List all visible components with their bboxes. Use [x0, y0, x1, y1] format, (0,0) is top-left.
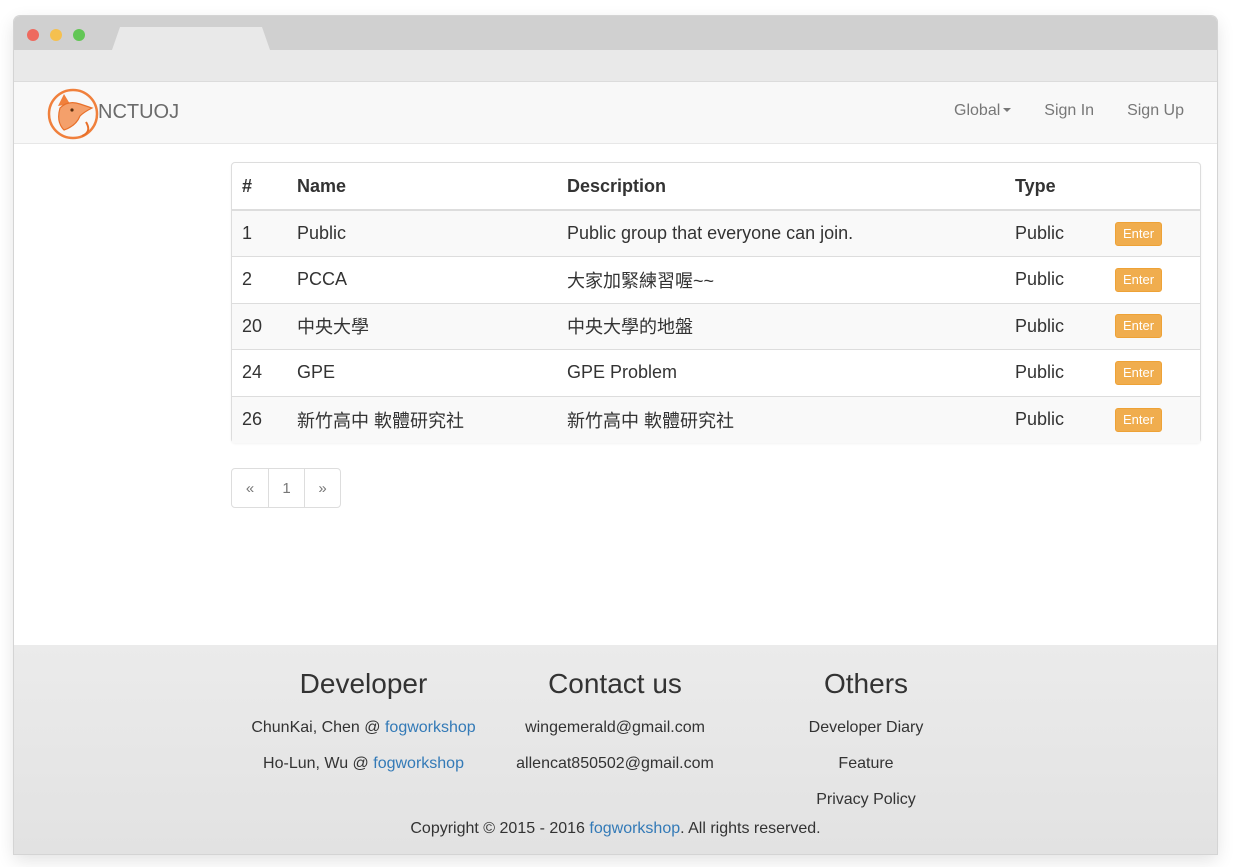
- next-page-button[interactable]: »: [304, 469, 340, 507]
- browser-window: NCTUOJ Global Sign In Sign Up # Name Des…: [14, 16, 1217, 854]
- table-header-row: # Name Description Type: [232, 163, 1200, 211]
- developer-link[interactable]: fogworkshop: [373, 755, 464, 772]
- developer-link[interactable]: fogworkshop: [385, 719, 476, 736]
- column-header-description: Description: [557, 163, 1005, 211]
- column-header-id: #: [232, 163, 287, 211]
- cell-name: 新竹高中 軟體研究社: [287, 395, 557, 443]
- footer-others-title: Others: [823, 668, 909, 699]
- cell-type: Public: [1005, 349, 1105, 396]
- cell-id: 26: [232, 395, 287, 443]
- column-header-type: Type: [1005, 163, 1105, 211]
- developer-name: Ho-Lun, Wu @: [263, 755, 374, 772]
- cell-name: Public: [287, 209, 557, 257]
- developer-name: ChunKai, Chen @: [251, 719, 385, 736]
- feature-link[interactable]: Feature: [791, 746, 941, 782]
- developer-diary-link[interactable]: Developer Diary: [791, 710, 941, 746]
- caret-down-icon: [1003, 108, 1012, 112]
- developer-line: ChunKai, Chen @ fogworkshop: [241, 710, 486, 746]
- column-header-action: [1105, 163, 1200, 211]
- nav-links: Global Sign In Sign Up: [954, 102, 1184, 120]
- cell-description: 新竹高中 軟體研究社: [557, 395, 1005, 443]
- table-row: 20 中央大學 中央大學的地盤 Public Enter: [232, 302, 1200, 350]
- global-label: Global: [954, 102, 1001, 119]
- footer-developer-column: Developer ChunKai, Chen @ fogworkshop Ho…: [241, 668, 486, 782]
- column-header-name: Name: [287, 163, 557, 211]
- cell-name: 中央大學: [287, 302, 557, 350]
- cell-action: Enter: [1105, 256, 1200, 303]
- footer-developer-title: Developer: [299, 668, 428, 699]
- cell-action: Enter: [1105, 395, 1200, 443]
- privacy-policy-link[interactable]: Privacy Policy: [791, 782, 941, 818]
- copyright: Copyright © 2015 - 2016 fogworkshop. All…: [14, 820, 1217, 838]
- fox-logo-icon[interactable]: [46, 86, 100, 140]
- enter-button[interactable]: Enter: [1115, 314, 1163, 339]
- cell-type: Public: [1005, 302, 1105, 350]
- brand-name[interactable]: NCTUOJ: [98, 101, 179, 124]
- sign-in-link[interactable]: Sign In: [1044, 102, 1094, 120]
- footer-contact-column: Contact us wingemerald@gmail.com allenca…: [505, 668, 725, 782]
- sign-up-link[interactable]: Sign Up: [1127, 102, 1184, 120]
- navbar: NCTUOJ Global Sign In Sign Up: [14, 82, 1217, 144]
- browser-tab[interactable]: [112, 27, 270, 50]
- cell-id: 1: [232, 209, 287, 257]
- cell-name: PCCA: [287, 256, 557, 303]
- developer-line: Ho-Lun, Wu @ fogworkshop: [241, 746, 486, 782]
- copyright-prefix: Copyright © 2015 - 2016: [410, 820, 590, 837]
- cell-description: 大家加緊練習喔~~: [557, 256, 1005, 303]
- enter-button[interactable]: Enter: [1115, 407, 1163, 432]
- cell-type: Public: [1005, 209, 1105, 257]
- cell-id: 2: [232, 256, 287, 303]
- contact-email-link[interactable]: wingemerald@gmail.com: [505, 710, 725, 746]
- pagination: « 1 »: [231, 468, 341, 508]
- close-window-button[interactable]: [27, 29, 39, 41]
- cell-action: Enter: [1105, 302, 1200, 350]
- enter-button[interactable]: Enter: [1115, 360, 1163, 385]
- table-row: 26 新竹高中 軟體研究社 新竹高中 軟體研究社 Public Enter: [232, 395, 1200, 443]
- minimize-window-button[interactable]: [50, 29, 62, 41]
- footer-others-column: Others Developer Diary Feature Privacy P…: [791, 668, 941, 818]
- cell-action: Enter: [1105, 349, 1200, 396]
- footer-contact-title: Contact us: [548, 668, 682, 699]
- cell-type: Public: [1005, 395, 1105, 443]
- table-row: 1 Public Public group that everyone can …: [232, 209, 1200, 257]
- page-1-button[interactable]: 1: [268, 469, 304, 507]
- enter-button[interactable]: Enter: [1115, 267, 1163, 292]
- table-row: 24 GPE GPE Problem Public Enter: [232, 349, 1200, 396]
- cell-id: 20: [232, 302, 287, 350]
- prev-page-button[interactable]: «: [232, 469, 268, 507]
- cell-description: 中央大學的地盤: [557, 302, 1005, 350]
- cell-description: Public group that everyone can join.: [557, 209, 1005, 257]
- cell-description: GPE Problem: [557, 349, 1005, 396]
- copyright-link[interactable]: fogworkshop: [589, 820, 680, 837]
- enter-button[interactable]: Enter: [1115, 221, 1163, 246]
- groups-table: # Name Description Type 1 Public Public …: [231, 162, 1201, 443]
- cell-action: Enter: [1105, 209, 1200, 257]
- browser-toolbar: [14, 50, 1217, 82]
- table-row: 2 PCCA 大家加緊練習喔~~ Public Enter: [232, 256, 1200, 303]
- contact-email-link[interactable]: allencat850502@gmail.com: [505, 746, 725, 782]
- footer: Developer ChunKai, Chen @ fogworkshop Ho…: [14, 645, 1217, 854]
- copyright-suffix: . All rights reserved.: [680, 820, 821, 837]
- cell-name: GPE: [287, 349, 557, 396]
- cell-id: 24: [232, 349, 287, 396]
- cell-type: Public: [1005, 256, 1105, 303]
- title-bar: [14, 16, 1217, 50]
- global-dropdown[interactable]: Global: [954, 102, 1012, 120]
- maximize-window-button[interactable]: [73, 29, 85, 41]
